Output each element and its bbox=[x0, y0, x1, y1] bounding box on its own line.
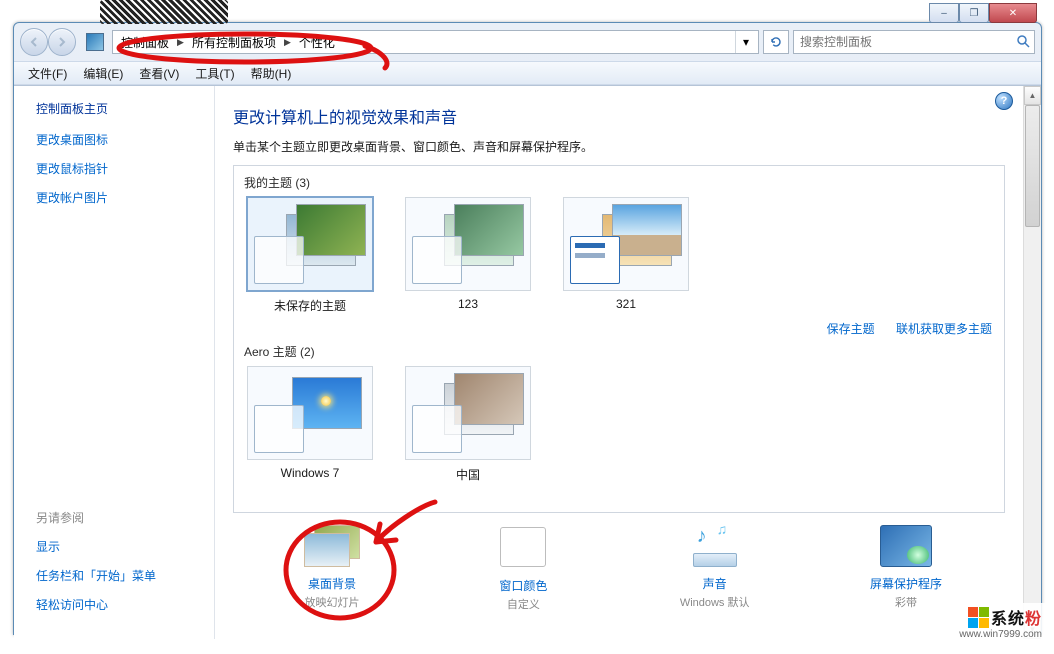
search-box[interactable] bbox=[793, 30, 1035, 54]
action-desktop-background[interactable]: 桌面背景 放映幻灯片 bbox=[247, 525, 417, 612]
link-get-more-themes[interactable]: 联机获取更多主题 bbox=[896, 322, 992, 336]
sidebar-link-ease-of-access[interactable]: 轻松访问中心 bbox=[36, 596, 200, 613]
action-label: 声音 bbox=[630, 575, 800, 592]
close-button[interactable]: ✕ bbox=[989, 3, 1037, 23]
theme-item-unsaved[interactable]: 未保存的主题 bbox=[244, 197, 376, 314]
address-icon bbox=[86, 33, 104, 51]
link-save-theme[interactable]: 保存主题 bbox=[827, 322, 875, 336]
action-sublabel: Windows 默认 bbox=[630, 594, 800, 610]
scroll-track[interactable] bbox=[1024, 105, 1041, 620]
action-label: 屏幕保护程序 bbox=[821, 575, 991, 592]
action-window-color[interactable]: 窗口颜色 自定义 bbox=[438, 525, 608, 612]
sidebar-link-taskbar[interactable]: 任务栏和「开始」菜单 bbox=[36, 567, 200, 584]
window-color-icon bbox=[495, 527, 551, 569]
site-watermark: 系统粉 www.win7999.com bbox=[955, 603, 1046, 642]
minimize-button[interactable]: – bbox=[929, 3, 959, 23]
theme-name: Windows 7 bbox=[244, 466, 376, 480]
client-area: 控制面板主页 更改桌面图标 更改鼠标指针 更改帐户图片 另请参阅 显示 任务栏和… bbox=[14, 85, 1041, 639]
breadcrumb-all-items[interactable]: 所有控制面板项 bbox=[186, 32, 282, 52]
sidebar-see-also-heading: 另请参阅 bbox=[36, 509, 200, 526]
action-sublabel: 自定义 bbox=[438, 596, 608, 612]
themes-scroll-area: 我的主题 (3) 未保存的主题 123 321 bbox=[233, 165, 1005, 513]
theme-name: 321 bbox=[560, 297, 692, 311]
redaction-scribble bbox=[100, 0, 228, 24]
page-subtitle: 单击某个主题立即更改桌面背景、窗口颜色、声音和屏幕保护程序。 bbox=[233, 138, 1005, 155]
vertical-scrollbar[interactable]: ▲ ▼ bbox=[1023, 86, 1041, 639]
menu-help[interactable]: 帮助(H) bbox=[243, 63, 300, 84]
theme-name: 未保存的主题 bbox=[244, 297, 376, 314]
address-dropdown-icon[interactable]: ▾ bbox=[735, 31, 756, 53]
theme-name: 中国 bbox=[402, 466, 534, 483]
help-icon[interactable]: ? bbox=[995, 92, 1013, 110]
sidebar-link-desktop-icons[interactable]: 更改桌面图标 bbox=[36, 131, 200, 148]
sidebar: 控制面板主页 更改桌面图标 更改鼠标指针 更改帐户图片 另请参阅 显示 任务栏和… bbox=[14, 86, 215, 639]
refresh-button[interactable] bbox=[763, 30, 789, 54]
theme-item-123[interactable]: 123 bbox=[402, 197, 534, 314]
actions-row: 桌面背景 放映幻灯片 窗口颜色 自定义 ♪♫ 声音 Windows 默认 bbox=[233, 525, 1005, 612]
sound-icon: ♪♫ bbox=[687, 525, 743, 567]
scroll-up-button[interactable]: ▲ bbox=[1024, 86, 1041, 105]
group-my-themes-label: 我的主题 (3) bbox=[244, 174, 994, 191]
logo-icon bbox=[968, 607, 989, 628]
menu-view[interactable]: 查看(V) bbox=[131, 63, 187, 84]
back-button[interactable] bbox=[20, 28, 48, 56]
main-pane: ? 更改计算机上的视觉效果和声音 单击某个主题立即更改桌面背景、窗口颜色、声音和… bbox=[215, 86, 1041, 639]
menu-tools[interactable]: 工具(T) bbox=[187, 63, 242, 84]
breadcrumb-personalization[interactable]: 个性化 bbox=[293, 32, 341, 52]
sidebar-link-display[interactable]: 显示 bbox=[36, 538, 200, 555]
forward-button[interactable] bbox=[48, 28, 76, 56]
sidebar-link-mouse-pointer[interactable]: 更改鼠标指针 bbox=[36, 160, 200, 177]
nav-row: 控制面板 ▶ 所有控制面板项 ▶ 个性化 ▾ bbox=[14, 23, 1041, 61]
group-aero-label: Aero 主题 (2) bbox=[244, 343, 994, 360]
desktop-background-icon bbox=[304, 525, 360, 567]
search-icon[interactable] bbox=[1016, 34, 1030, 51]
sidebar-home[interactable]: 控制面板主页 bbox=[36, 100, 200, 117]
page-title: 更改计算机上的视觉效果和声音 bbox=[233, 104, 1005, 128]
nav-buttons bbox=[20, 28, 76, 56]
action-sublabel: 放映幻灯片 bbox=[247, 594, 417, 610]
refresh-icon bbox=[769, 35, 783, 49]
theme-name: 123 bbox=[402, 297, 534, 311]
scroll-thumb[interactable] bbox=[1025, 105, 1040, 227]
window: – ❐ ✕ 控制面板 ▶ 所有控制面板项 ▶ 个性化 ▾ bbox=[13, 22, 1042, 635]
chevron-right-icon: ▶ bbox=[282, 37, 293, 48]
search-input[interactable] bbox=[798, 34, 1016, 50]
screensaver-icon bbox=[878, 525, 934, 567]
action-sound[interactable]: ♪♫ 声音 Windows 默认 bbox=[630, 525, 800, 612]
chevron-right-icon: ▶ bbox=[175, 37, 186, 48]
menu-bar: 文件(F) 编辑(E) 查看(V) 工具(T) 帮助(H) bbox=[14, 61, 1041, 85]
theme-item-windows7[interactable]: Windows 7 bbox=[244, 366, 376, 483]
maximize-button[interactable]: ❐ bbox=[959, 3, 989, 23]
menu-file[interactable]: 文件(F) bbox=[20, 63, 75, 84]
watermark-url: www.win7999.com bbox=[959, 629, 1042, 640]
menu-edit[interactable]: 编辑(E) bbox=[75, 63, 131, 84]
action-label: 桌面背景 bbox=[247, 575, 417, 592]
breadcrumb-root[interactable]: 控制面板 bbox=[115, 32, 175, 52]
action-label: 窗口颜色 bbox=[438, 577, 608, 594]
theme-item-321[interactable]: 321 bbox=[560, 197, 692, 314]
theme-item-china[interactable]: 中国 bbox=[402, 366, 534, 483]
address-bar[interactable]: 控制面板 ▶ 所有控制面板项 ▶ 个性化 ▾ bbox=[112, 30, 759, 54]
sidebar-link-account-picture[interactable]: 更改帐户图片 bbox=[36, 189, 200, 206]
action-screensaver[interactable]: 屏幕保护程序 彩带 bbox=[821, 525, 991, 612]
